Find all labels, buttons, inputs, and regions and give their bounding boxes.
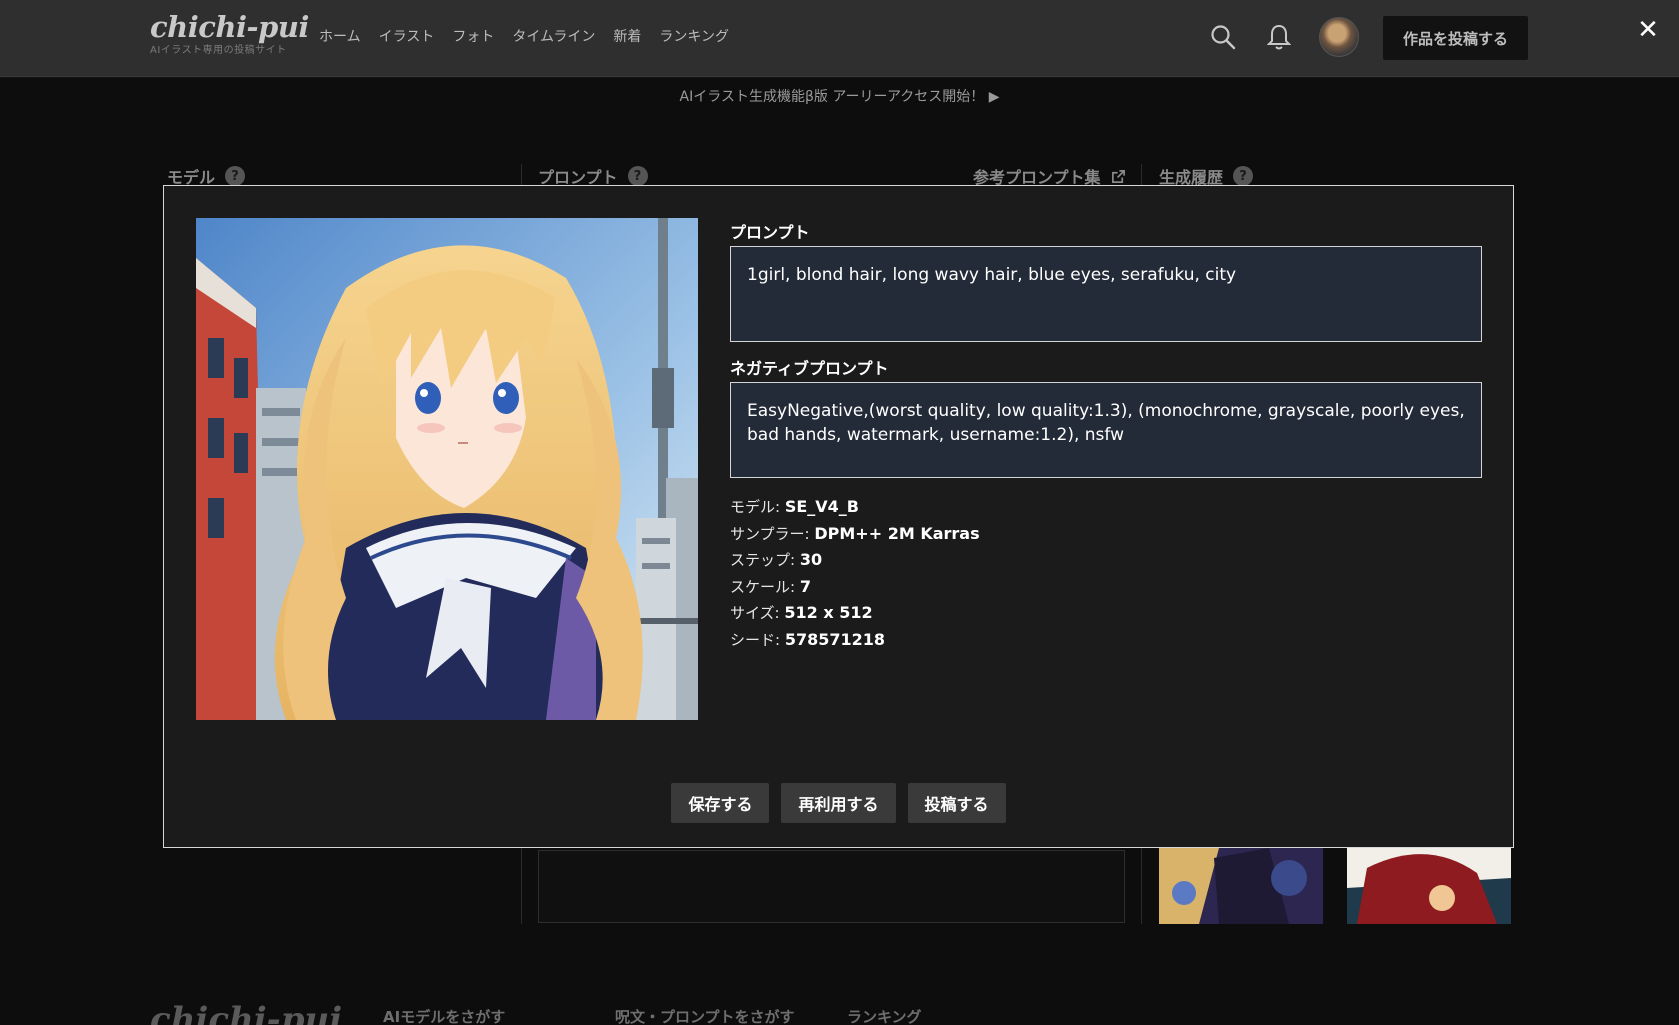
save-button[interactable]: 保存する: [671, 783, 770, 823]
prompt-field[interactable]: 1girl, blond hair, long wavy hair, blue …: [730, 246, 1482, 342]
negative-prompt-field[interactable]: EasyNegative,(worst quality, low quality…: [730, 382, 1482, 478]
negative-prompt-label: ネガティブプロンプト: [730, 359, 889, 378]
user-avatar[interactable]: [1319, 17, 1359, 57]
generation-params: モデル: SE_V4_B サンプラー: DPM++ 2M Karras ステップ…: [730, 494, 980, 653]
reuse-button[interactable]: 再利用する: [781, 783, 896, 823]
footer-logo[interactable]: chichi-pui: [150, 1000, 342, 1025]
generation-detail-modal: プロンプト 1girl, blond hair, long wavy hair,…: [163, 185, 1514, 848]
search-icon[interactable]: [1208, 22, 1238, 52]
help-icon[interactable]: ?: [225, 166, 246, 186]
nav-illust[interactable]: イラスト: [379, 26, 435, 46]
param-sampler: サンプラー: DPM++ 2M Karras: [730, 523, 980, 543]
history-thumbnail[interactable]: [1159, 848, 1323, 924]
footer-link-prompts[interactable]: 呪文・プロンプトをさがす: [615, 1006, 795, 1025]
nav-photo[interactable]: フォト: [452, 26, 494, 46]
main-nav: ホーム イラスト フォト タイムライン 新着 ランキング: [319, 26, 729, 46]
close-icon[interactable]: ✕: [1636, 17, 1660, 43]
announcement-banner[interactable]: AIイラスト生成機能β版 アーリーアクセス開始！ ▶: [0, 86, 1679, 106]
logo-wordmark: chichi-pui: [150, 10, 309, 44]
prompt-label: プロンプト: [730, 223, 810, 242]
nav-home[interactable]: ホーム: [319, 26, 361, 46]
bell-icon[interactable]: [1264, 22, 1294, 52]
nav-timeline[interactable]: タイムライン: [512, 26, 595, 46]
background-prompt-textarea[interactable]: [538, 850, 1125, 923]
logo-tagline: AIイラスト専用の投稿サイト: [150, 45, 287, 56]
help-icon[interactable]: ?: [627, 166, 648, 186]
param-size: サイズ: 512 x 512: [730, 603, 873, 622]
param-model: モデル: SE_V4_B: [730, 497, 859, 516]
modal-actions: 保存する 再利用する 投稿する: [164, 783, 1513, 823]
site-header: chichi-pui AIイラスト専用の投稿サイト ホーム イラスト フォト タ…: [0, 0, 1679, 77]
site-logo[interactable]: chichi-pui AIイラスト専用の投稿サイト: [150, 10, 309, 56]
param-seed: シード: 578571218: [730, 629, 886, 649]
external-link-icon: [1111, 169, 1125, 183]
footer-link-ranking[interactable]: ランキング: [847, 1006, 922, 1025]
footer-link-models[interactable]: AIモデルをさがす: [383, 1006, 505, 1025]
nav-new[interactable]: 新着: [613, 26, 641, 46]
param-scale: スケール: 7: [730, 576, 811, 596]
post-artwork-button[interactable]: 作品を投稿する: [1383, 16, 1528, 60]
post-button[interactable]: 投稿する: [907, 783, 1006, 823]
history-thumbnail[interactable]: [1347, 848, 1511, 924]
help-icon[interactable]: ?: [1233, 166, 1254, 186]
nav-ranking[interactable]: ランキング: [659, 26, 729, 46]
generated-image: [196, 218, 698, 720]
param-steps: ステップ: 30: [730, 550, 823, 569]
